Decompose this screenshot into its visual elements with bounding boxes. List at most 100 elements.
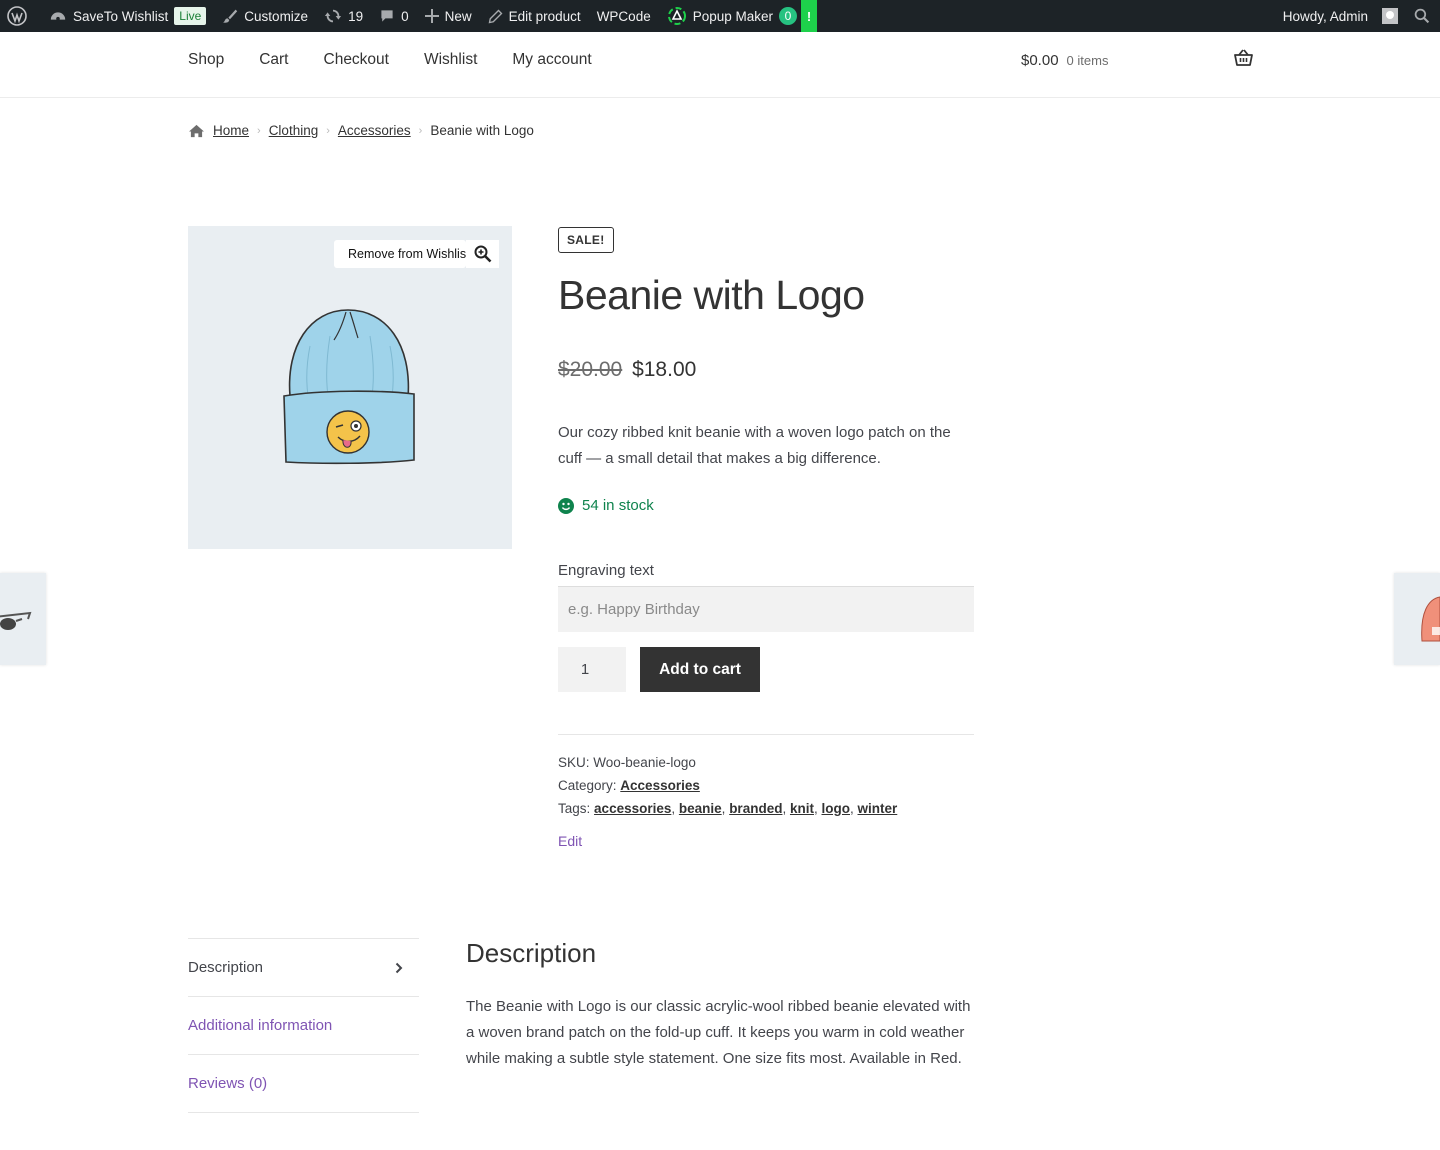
zoom-icon [474,245,491,263]
updates-link[interactable]: 19 [316,0,371,32]
edit-product-link[interactable]: Edit product [480,0,589,32]
regular-price: $20.00 [558,358,623,381]
basket-icon [1234,49,1253,66]
tag-link[interactable]: winter [858,801,898,816]
chevron-right-icon [395,962,403,973]
admin-search-button[interactable] [1406,0,1440,32]
account-menu[interactable]: Howdy, Admin [1275,0,1406,32]
comments-count: 0 [401,8,409,24]
breadcrumb-separator-icon: › [418,124,423,137]
next-product-thumbnail[interactable] [1394,573,1440,665]
cart-total: $0.00 [1021,51,1059,69]
new-label: New [444,8,472,24]
stock-status: 54 in stock [558,497,654,514]
header-cart[interactable]: $0.00 0 items [1021,32,1253,88]
updates-icon [324,9,342,23]
primary-navigation: Shop Cart Checkout Wishlist My account [188,32,592,88]
dashboard-icon [50,12,66,21]
quantity-input[interactable] [558,647,626,692]
sku-value: Woo-beanie-logo [593,755,696,770]
pencil-icon [488,9,503,23]
tags-label: Tags: [558,801,591,816]
short-description: Our cozy ribbed knit beanie with a woven… [558,424,951,467]
cart-item-count: 0 items [1066,52,1109,68]
zoom-button[interactable] [466,240,502,268]
tab-reviews[interactable]: Reviews (0) [188,1055,419,1113]
site-name: SaveTo Wishlist [73,8,169,24]
breadcrumb: Home › Clothing › Accessories › Beanie w… [188,123,534,138]
product-gallery[interactable]: Remove from Wishlist [188,226,512,549]
breadcrumb-clothing[interactable]: Clothing [269,123,319,138]
remove-from-wishlist-button[interactable]: Remove from Wishlist [334,240,466,268]
product-price: $20.00 $18.00 [558,358,696,382]
live-badge: Live [174,7,207,25]
category-link[interactable]: Accessories [620,778,700,793]
beanie-red-image [1421,596,1440,642]
description-body: The Beanie with Logo is our classic acry… [466,998,971,1067]
howdy-label: Howdy, Admin [1282,8,1368,24]
category-label: Category: [558,778,617,793]
engraving-label: Engraving text [558,562,654,579]
tag-link[interactable]: accessories [594,801,671,816]
nav-cart[interactable]: Cart [259,51,288,69]
nav-wishlist[interactable]: Wishlist [424,51,477,69]
alert-indicator[interactable]: ! [801,0,818,32]
search-icon [1414,8,1430,24]
nav-my-account[interactable]: My account [512,51,591,69]
plus-icon [424,9,439,23]
popup-maker-label: Popup Maker [692,8,774,24]
nav-shop[interactable]: Shop [188,51,224,69]
breadcrumb-current: Beanie with Logo [430,123,534,138]
avatar [1382,8,1398,24]
sale-price: $18.00 [632,358,697,381]
meta-divider [558,734,974,735]
popup-maker-icon [667,7,686,25]
breadcrumb-accessories[interactable]: Accessories [338,123,411,138]
popup-count-badge: 0 [779,7,798,25]
comment-icon [381,10,393,22]
category-row: Category: Accessories [558,774,897,797]
popup-maker-link[interactable]: Popup Maker 0 [659,0,805,32]
site-header: Shop Cart Checkout Wishlist My account $… [0,32,1440,98]
tab-additional-information[interactable]: Additional information [188,997,419,1055]
customize-label: Customize [244,8,309,24]
wpcode-label: WPCode [596,8,651,24]
wordpress-logo-icon[interactable] [0,0,35,32]
breadcrumb-separator-icon: › [326,124,330,137]
home-icon [189,124,204,137]
customize-link[interactable]: Customize [214,0,316,32]
sku-label: SKU: [558,755,590,770]
tab-description-label: Description [188,959,264,976]
comments-link[interactable]: 0 [371,0,417,32]
description-heading: Description [466,938,597,968]
tab-additional-label: Additional information [188,1017,333,1034]
updates-count: 19 [348,8,364,24]
sku-row: SKU: Woo-beanie-logo [558,751,897,774]
tab-reviews-label: Reviews (0) [188,1075,268,1092]
wishlist-label: Remove from Wishlist [348,247,466,261]
engraving-text-input[interactable] [558,586,974,632]
add-to-cart-button[interactable]: Add to cart [640,647,760,692]
site-name-menu[interactable]: SaveTo Wishlist Live [41,0,214,32]
smiley-icon [558,497,574,514]
previous-product-thumbnail[interactable] [0,573,46,665]
edit-product-label: Edit product [508,8,581,24]
tag-link[interactable]: branded [729,801,782,816]
stock-text: 54 in stock [582,497,654,514]
beanie-product-image [283,309,415,465]
edit-product-link-inline[interactable]: Edit [558,833,582,849]
admin-bar: SaveTo Wishlist Live Customize 19 0 New … [0,0,1440,32]
product-tabs: Description Additional information Revie… [188,938,419,1113]
sunglasses-image [0,611,32,630]
product-meta: SKU: Woo-beanie-logo Category: Accessori… [558,751,897,820]
sale-badge: SALE! [558,227,614,253]
wpcode-link[interactable]: WPCode [589,0,659,32]
tag-link[interactable]: knit [790,801,814,816]
tag-link[interactable]: logo [822,801,851,816]
tag-link[interactable]: beanie [679,801,722,816]
nav-checkout[interactable]: Checkout [324,51,389,69]
tab-description[interactable]: Description [188,939,419,997]
new-content-link[interactable]: New [417,0,480,32]
breadcrumb-home[interactable]: Home [213,123,249,138]
tags-row: Tags: accessories, beanie, branded, knit… [558,801,898,816]
